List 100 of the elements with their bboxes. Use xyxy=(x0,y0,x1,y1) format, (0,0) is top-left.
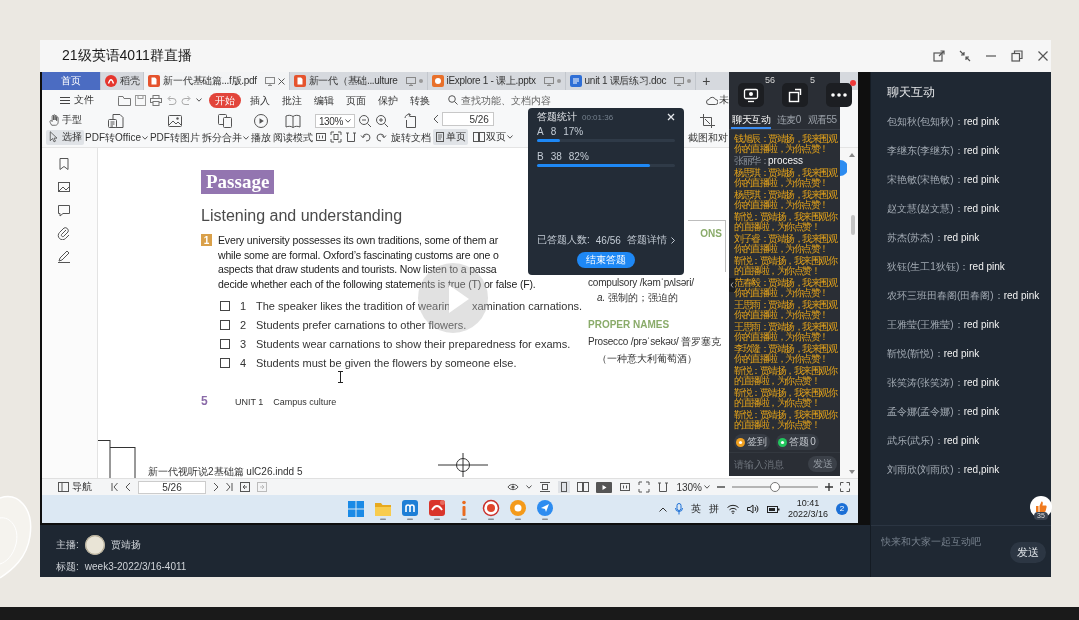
slider-thumb[interactable] xyxy=(770,482,780,492)
bookmark-icon[interactable] xyxy=(57,157,71,171)
page-field[interactable]: 5/26 xyxy=(441,112,494,126)
page-field[interactable]: 5/26 xyxy=(138,480,206,494)
fit-width-icon[interactable] xyxy=(657,481,670,493)
ribbon-button[interactable]: 阅读模式 xyxy=(271,110,314,147)
disc-app-icon[interactable] xyxy=(481,498,500,520)
search-field[interactable]: 查找功能、文档内容 xyxy=(448,94,557,106)
fit-width-icon[interactable] xyxy=(344,131,357,143)
checkbox[interactable] xyxy=(220,300,230,311)
close-icon[interactable] xyxy=(1037,50,1049,62)
input-language-button[interactable]: 英 xyxy=(690,502,701,516)
zoom-out-icon[interactable] xyxy=(357,114,372,128)
collapse-handle-icon[interactable] xyxy=(729,278,735,292)
panel-tab[interactable]: 聊天互动 xyxy=(731,112,772,129)
close-icon[interactable] xyxy=(277,77,285,85)
collapse-arrows-icon[interactable] xyxy=(959,50,971,62)
rotate-left-icon[interactable] xyxy=(359,131,372,143)
screen-share-button[interactable] xyxy=(738,83,764,107)
zoom-dropdown[interactable]: 130% xyxy=(676,481,710,493)
start-icon[interactable] xyxy=(346,498,365,520)
actual-size-icon[interactable] xyxy=(314,131,327,143)
zoom-select[interactable]: 130% xyxy=(314,114,355,128)
checkbox[interactable] xyxy=(220,319,230,330)
ribbon-button[interactable]: PDF转Office xyxy=(84,110,149,147)
volume-icon[interactable] xyxy=(746,504,759,514)
scroll-down-icon[interactable] xyxy=(849,470,855,474)
view-mode-button[interactable]: 单页 xyxy=(432,129,468,145)
ribbon-button[interactable]: 拆分合并 xyxy=(200,110,250,147)
pen-icon[interactable] xyxy=(57,249,71,263)
more-button[interactable] xyxy=(826,83,852,107)
scroll-up-icon[interactable] xyxy=(849,153,855,157)
panel-tab[interactable]: 连麦0 xyxy=(776,112,802,129)
checkbox[interactable] xyxy=(220,357,230,368)
message-input[interactable]: 请输入消息 xyxy=(734,458,805,470)
fullscreen-icon[interactable] xyxy=(840,482,850,492)
new-tab-button[interactable]: + xyxy=(696,72,717,90)
zoom-in-icon[interactable] xyxy=(374,114,389,128)
save-icon[interactable] xyxy=(135,94,146,106)
actual-size-icon[interactable] xyxy=(619,481,632,493)
end-quiz-button[interactable]: 结束答题 xyxy=(577,252,635,268)
tool-button[interactable]: 手型 xyxy=(46,112,84,128)
menu-tab[interactable]: 插入 xyxy=(244,92,276,108)
input-method-button[interactable]: 拼 xyxy=(708,502,719,516)
round-button-icon[interactable] xyxy=(840,160,847,176)
chevron-up-icon[interactable] xyxy=(658,506,667,512)
print-icon[interactable] xyxy=(150,94,162,106)
first-page-icon[interactable] xyxy=(111,482,118,492)
restore-icon[interactable] xyxy=(1011,50,1023,62)
navigation-button[interactable]: 导航 xyxy=(58,480,92,494)
send-button[interactable]: 发送 xyxy=(1010,542,1046,563)
view-mode-button[interactable]: 双页 xyxy=(470,129,515,145)
ribbon-button[interactable]: PDF转图片 xyxy=(148,110,201,147)
page-width-icon[interactable] xyxy=(539,481,552,493)
next-page-icon[interactable] xyxy=(213,482,219,492)
chevron-left-icon[interactable] xyxy=(432,114,439,124)
cloud-sync-button[interactable]: 未 xyxy=(706,93,729,107)
rotate-right-icon[interactable] xyxy=(374,131,387,143)
double-page-icon[interactable] xyxy=(577,481,590,493)
eye-icon[interactable] xyxy=(507,482,520,492)
wifi-icon[interactable] xyxy=(726,504,739,514)
fit-page-icon[interactable] xyxy=(638,481,651,493)
zoom-out-icon[interactable] xyxy=(717,483,725,491)
last-page-icon[interactable] xyxy=(226,482,233,492)
menu-tab[interactable]: 页面 xyxy=(340,92,372,108)
details-link[interactable]: 答题详情 xyxy=(627,233,675,247)
menu-tab[interactable]: 转换 xyxy=(404,92,436,108)
office-app-icon[interactable] xyxy=(427,498,446,520)
paperclip-icon[interactable] xyxy=(57,226,71,240)
pop-out-icon[interactable] xyxy=(933,50,945,62)
comment-icon[interactable] xyxy=(57,203,71,217)
menu-tab[interactable]: 开始 xyxy=(209,92,241,108)
ribbon-button[interactable]: 截图和对 xyxy=(687,110,729,147)
notification-badge[interactable]: 2 xyxy=(836,503,848,515)
tab[interactable]: 新一代基础篇...f版.pdf xyxy=(144,72,290,90)
ribbon-button[interactable]: 旋转文档 xyxy=(389,110,432,147)
checkbox[interactable] xyxy=(220,338,230,349)
send-button[interactable]: 发送 xyxy=(808,456,837,472)
scrollbar-thumb[interactable] xyxy=(851,215,855,235)
tool-button[interactable]: 选择 xyxy=(46,129,84,145)
quick-action-button[interactable]: 签到 xyxy=(734,434,770,450)
battery-icon[interactable] xyxy=(766,504,780,514)
fit-page-icon[interactable] xyxy=(329,131,342,143)
file-menu[interactable]: 文件 xyxy=(60,93,94,107)
caret-icon[interactable] xyxy=(196,98,202,102)
folder-icon[interactable] xyxy=(118,94,131,106)
panel-tab[interactable]: 观看55 xyxy=(806,112,838,129)
rotate-button[interactable] xyxy=(782,83,808,107)
single-page-icon[interactable] xyxy=(558,481,571,493)
thumbnail-icon[interactable] xyxy=(57,180,71,194)
ribbon-button[interactable]: 播放 xyxy=(249,110,272,147)
paper-plane-app-icon[interactable] xyxy=(535,498,554,520)
previous-view-icon[interactable] xyxy=(240,482,250,492)
slideshow-icon[interactable] xyxy=(596,481,613,493)
menu-tab[interactable]: 批注 xyxy=(276,92,308,108)
menu-tab[interactable]: 编辑 xyxy=(308,92,340,108)
menu-tab[interactable]: 保护 xyxy=(372,92,404,108)
previous-page-icon[interactable] xyxy=(125,482,131,492)
zoom-in-icon[interactable] xyxy=(825,483,833,491)
tab[interactable]: 首页 xyxy=(42,72,101,90)
